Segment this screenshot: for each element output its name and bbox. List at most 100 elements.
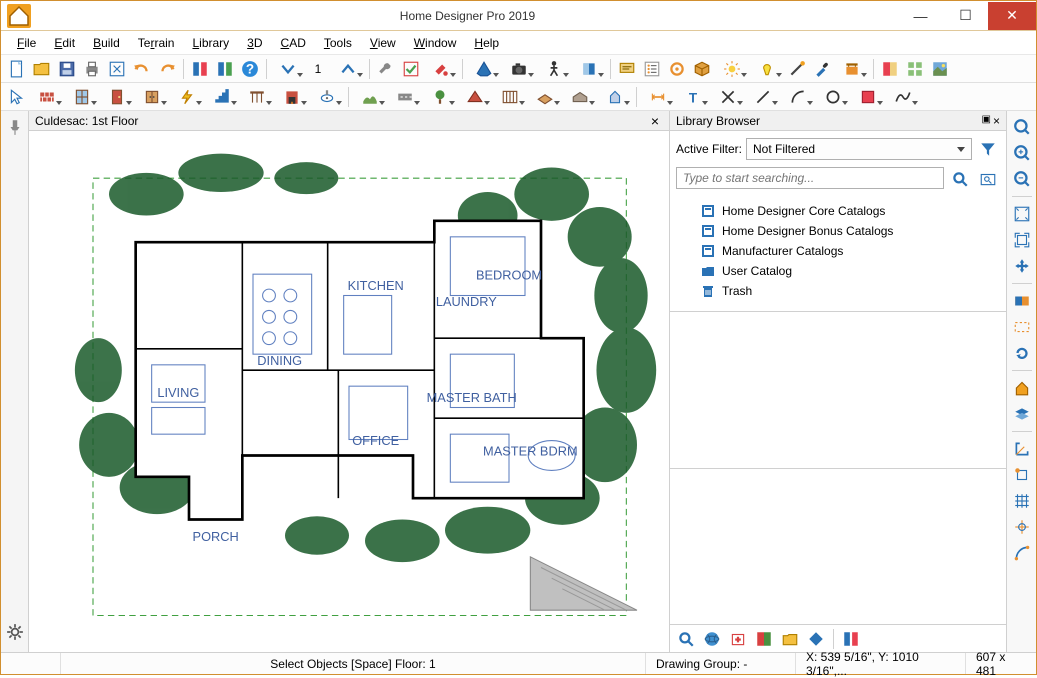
menu-edit[interactable]: Edit (46, 34, 83, 52)
floor-down-button[interactable] (271, 57, 305, 81)
undo-button[interactable] (130, 57, 154, 81)
arc-tool-icon[interactable] (1010, 541, 1034, 565)
paint-button[interactable] (424, 57, 458, 81)
save-button[interactable] (55, 57, 79, 81)
menu-terrain[interactable]: Terrain (130, 34, 183, 52)
zoom-in-icon[interactable] (1010, 141, 1034, 165)
fit-icon[interactable] (1010, 228, 1034, 252)
filter-select[interactable]: Not Filtered (746, 138, 972, 160)
menu-file[interactable]: File (9, 34, 44, 52)
walk-button[interactable] (537, 57, 571, 81)
library-search-input[interactable] (676, 167, 944, 189)
match-button[interactable] (785, 57, 809, 81)
object-button[interactable] (690, 57, 714, 81)
refresh-icon[interactable] (1010, 341, 1034, 365)
document-close-button[interactable]: × (647, 113, 663, 129)
roof-button[interactable] (458, 85, 492, 109)
fireplace-button[interactable] (275, 85, 309, 109)
new-file-button[interactable] (5, 57, 29, 81)
foundation-button[interactable] (563, 85, 597, 109)
window-button[interactable] (65, 85, 99, 109)
snap-object-icon[interactable] (1010, 463, 1034, 487)
zoom-out-icon[interactable] (1010, 167, 1034, 191)
cabinet-button[interactable] (135, 85, 169, 109)
circle-button[interactable] (816, 85, 850, 109)
camera-button[interactable] (502, 57, 536, 81)
eyedropper-button[interactable] (810, 57, 834, 81)
sun-button[interactable] (715, 57, 749, 81)
tree-item[interactable]: Trash (676, 281, 1000, 301)
tree-item[interactable]: Home Designer Core Catalogs (676, 201, 1000, 221)
settings-icon[interactable] (3, 620, 27, 644)
tool-wrench-button[interactable] (374, 57, 398, 81)
tree-item[interactable]: User Catalog (676, 261, 1000, 281)
lib-panel-icon[interactable] (839, 627, 863, 651)
road-button[interactable] (388, 85, 422, 109)
search-button[interactable] (948, 167, 972, 191)
lib-globe-icon[interactable] (700, 627, 724, 651)
lib-search-icon[interactable] (674, 627, 698, 651)
layers-icon[interactable] (1010, 402, 1034, 426)
check-button[interactable] (399, 57, 423, 81)
lib-folder-icon[interactable] (778, 627, 802, 651)
railing-button[interactable] (240, 85, 274, 109)
dimension-button[interactable] (641, 85, 675, 109)
house-icon[interactable] (1010, 376, 1034, 400)
menu-tools[interactable]: Tools (316, 34, 360, 52)
lib-diamond-icon[interactable] (804, 627, 828, 651)
stair-button[interactable] (205, 85, 239, 109)
menu-window[interactable]: Window (406, 34, 465, 52)
filter-funnel-button[interactable] (976, 137, 1000, 161)
terrain-button[interactable] (353, 85, 387, 109)
framing-button[interactable] (493, 85, 527, 109)
reference-icon[interactable] (1010, 315, 1034, 339)
view-render-button[interactable] (928, 57, 952, 81)
menu-library[interactable]: Library (184, 34, 237, 52)
material-list-button[interactable] (640, 57, 664, 81)
floor-up-button[interactable] (331, 57, 365, 81)
delete-surface-button[interactable] (835, 57, 869, 81)
lib-swatch-icon[interactable] (752, 627, 776, 651)
object-snap-button[interactable] (665, 57, 689, 81)
view-floor-button[interactable] (878, 57, 902, 81)
snap-angle-icon[interactable] (1010, 437, 1034, 461)
library-toggle-button[interactable] (188, 57, 212, 81)
arc-button[interactable] (781, 85, 815, 109)
floorplan-canvas[interactable]: LIVING DINING KITCHEN LAUNDRY BEDROOM OF… (29, 131, 669, 652)
help-button[interactable]: ? (238, 57, 262, 81)
select-button[interactable] (5, 85, 29, 109)
color-toggle-icon[interactable] (1010, 289, 1034, 313)
line-button[interactable] (746, 85, 780, 109)
crosshair-icon[interactable] (1010, 515, 1034, 539)
panel-close-icon[interactable]: × (993, 114, 1000, 128)
print-button[interactable] (80, 57, 104, 81)
lib-add-icon[interactable] (726, 627, 750, 651)
perspective-button[interactable] (467, 57, 501, 81)
menu-build[interactable]: Build (85, 34, 128, 52)
zoom-icon[interactable] (1010, 115, 1034, 139)
cut-button[interactable] (105, 57, 129, 81)
tree-item[interactable]: Home Designer Bonus Catalogs (676, 221, 1000, 241)
electrical-button[interactable] (170, 85, 204, 109)
light-button[interactable] (750, 57, 784, 81)
annotation-button[interactable] (615, 57, 639, 81)
minimize-button[interactable]: — (898, 2, 943, 30)
fixture-button[interactable] (310, 85, 344, 109)
menu-view[interactable]: View (362, 34, 404, 52)
wall-button[interactable] (30, 85, 64, 109)
marker-button[interactable] (711, 85, 745, 109)
redo-button[interactable] (155, 57, 179, 81)
tree-item[interactable]: Manufacturer Catalogs (676, 241, 1000, 261)
view-tile-button[interactable] (903, 57, 927, 81)
spline-button[interactable] (886, 85, 920, 109)
text-button[interactable]: T (676, 85, 710, 109)
pan-icon[interactable] (1010, 254, 1034, 278)
cross-section-button[interactable] (572, 57, 606, 81)
maximize-button[interactable]: ☐ (943, 2, 988, 30)
door-button[interactable] (100, 85, 134, 109)
plant-button[interactable] (423, 85, 457, 109)
project-toggle-button[interactable] (213, 57, 237, 81)
menu-cad[interactable]: CAD (273, 34, 314, 52)
open-file-button[interactable] (30, 57, 54, 81)
panel-float-icon[interactable]: ▣ (982, 114, 991, 128)
